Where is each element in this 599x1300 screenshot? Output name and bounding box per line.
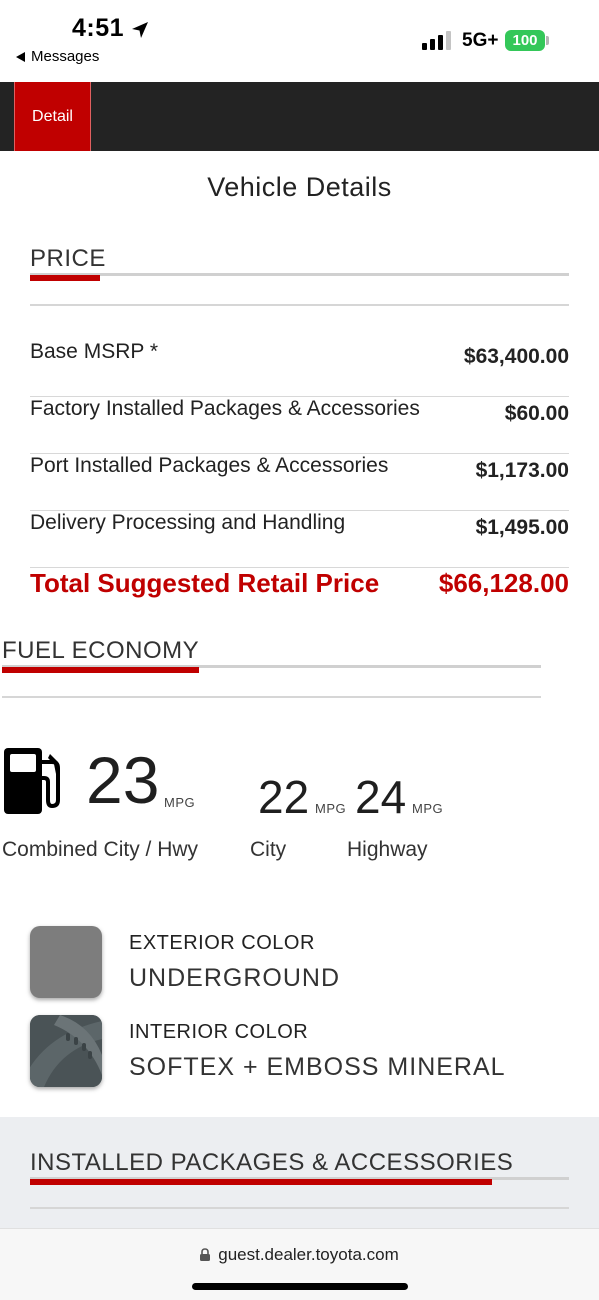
cellular-signal-icon [422, 31, 451, 50]
city-mpg-value: 22 [258, 771, 310, 823]
packages-section-label: INSTALLED PACKAGES & ACCESSORIES [30, 1149, 514, 1176]
installed-packages-section: INSTALLED PACKAGES & ACCESSORIES [0, 1117, 599, 1232]
url-text: guest.dealer.toyota.com [218, 1245, 399, 1264]
network-type: 5G+ [462, 30, 499, 51]
battery-tip [546, 36, 549, 45]
price-header-accent [30, 275, 100, 281]
total-price-label: Total Suggested Retail Price [30, 568, 380, 598]
price-row-label: Factory Installed Packages & Accessories [30, 397, 420, 420]
price-row: Factory Installed Packages & Accessories… [30, 397, 569, 454]
price-row-label: Base MSRP * [30, 340, 158, 363]
highway-mpg-unit: MPG [412, 801, 444, 816]
price-row-value: $1,173.00 [475, 459, 569, 482]
fuel-section-label: FUEL ECONOMY [2, 637, 200, 664]
city-caption: City [250, 838, 287, 861]
price-row-value: $1,495.00 [475, 516, 569, 539]
url-display[interactable]: guest.dealer.toyota.com [0, 1245, 599, 1265]
lock-icon [200, 1248, 211, 1261]
tab-detail[interactable]: Detail [14, 82, 91, 151]
exterior-color-value: UNDERGROUND [129, 964, 340, 992]
price-divider [30, 304, 569, 306]
back-arrow-icon [16, 51, 25, 62]
home-indicator[interactable] [192, 1283, 408, 1290]
back-to-messages-link[interactable]: Messages [16, 48, 99, 65]
total-price-row: Total Suggested Retail Price $66,128.00 [30, 568, 569, 608]
price-row: Base MSRP * $63,400.00 [30, 340, 569, 397]
interior-color-value: SOFTEX + EMBOSS MINERAL [129, 1053, 506, 1081]
back-messages-label: Messages [31, 48, 100, 65]
interior-texture-icon [30, 1015, 102, 1087]
exterior-color-swatch [30, 926, 102, 998]
combined-mpg-unit: MPG [164, 795, 196, 810]
exterior-color-title: EXTERIOR COLOR [129, 932, 315, 954]
fuel-pump-icon [4, 748, 60, 814]
combined-mpg-value: 23 [86, 743, 160, 817]
interior-color-swatch [30, 1015, 102, 1087]
price-section-header: PRICE [30, 245, 106, 273]
price-row: Delivery Processing and Handling $1,495.… [30, 511, 569, 568]
price-row-label: Delivery Processing and Handling [30, 511, 346, 534]
price-header-line [30, 273, 569, 276]
total-price-value: $66,128.00 [438, 568, 569, 598]
status-bar: 4:51 Messages 5G+ 100 [0, 0, 599, 82]
status-time: 4:51 [72, 14, 125, 42]
price-row: Port Installed Packages & Accessories $1… [30, 454, 569, 511]
battery-icon: 100 [505, 30, 545, 51]
highway-mpg-value: 24 [355, 771, 407, 823]
page-title: Vehicle Details [207, 172, 392, 202]
packages-divider [30, 1207, 569, 1209]
price-section-label: PRICE [30, 245, 106, 272]
fuel-header-accent [2, 667, 199, 673]
combined-caption: Combined City / Hwy [2, 838, 199, 861]
interior-color-title: INTERIOR COLOR [129, 1021, 309, 1043]
packages-header-accent [30, 1179, 492, 1185]
browser-url-bar[interactable]: guest.dealer.toyota.com [0, 1228, 599, 1300]
top-nav-bar: Detail [0, 82, 599, 151]
highway-caption: Highway [347, 838, 428, 861]
price-row-label: Port Installed Packages & Accessories [30, 454, 389, 477]
fuel-divider [2, 696, 541, 698]
price-row-value: $60.00 [504, 402, 569, 425]
fuel-section-header: FUEL ECONOMY [2, 637, 199, 665]
location-arrow-icon [132, 22, 148, 38]
price-row-value: $63,400.00 [463, 345, 569, 368]
city-mpg-unit: MPG [315, 801, 347, 816]
